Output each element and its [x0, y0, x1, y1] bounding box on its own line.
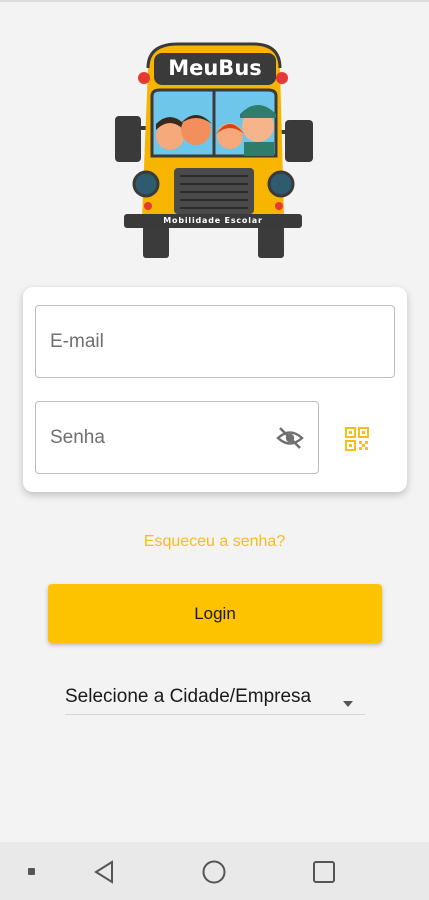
meubus-logo: MeuBus Mobilidade Escolar	[108, 38, 318, 268]
logo-brand-text: MeuBus	[168, 56, 262, 80]
qr-code-icon[interactable]	[345, 427, 369, 451]
logo-tagline: Mobilidade Escolar	[163, 216, 263, 225]
menu-dot-icon[interactable]	[28, 868, 35, 875]
forgot-password-link[interactable]: Esqueceu a senha?	[0, 533, 429, 551]
home-icon[interactable]	[202, 860, 226, 889]
caret-down-icon	[343, 694, 353, 707]
city-select-value: Selecione a Cidade/Empresa	[65, 686, 312, 707]
password-placeholder: Senha	[50, 426, 105, 448]
login-card: E-mail Senha	[23, 287, 407, 492]
recents-icon[interactable]	[313, 861, 335, 888]
status-divider	[0, 0, 429, 2]
system-nav-bar	[0, 842, 429, 900]
password-field[interactable]: Senha	[35, 401, 319, 474]
email-placeholder: E-mail	[50, 330, 104, 352]
login-button[interactable]: Login	[48, 584, 382, 643]
back-icon[interactable]	[93, 860, 115, 889]
city-company-select[interactable]: Selecione a Cidade/Empresa	[65, 680, 365, 715]
email-field[interactable]: E-mail	[35, 305, 395, 378]
eye-off-icon[interactable]	[276, 426, 304, 450]
